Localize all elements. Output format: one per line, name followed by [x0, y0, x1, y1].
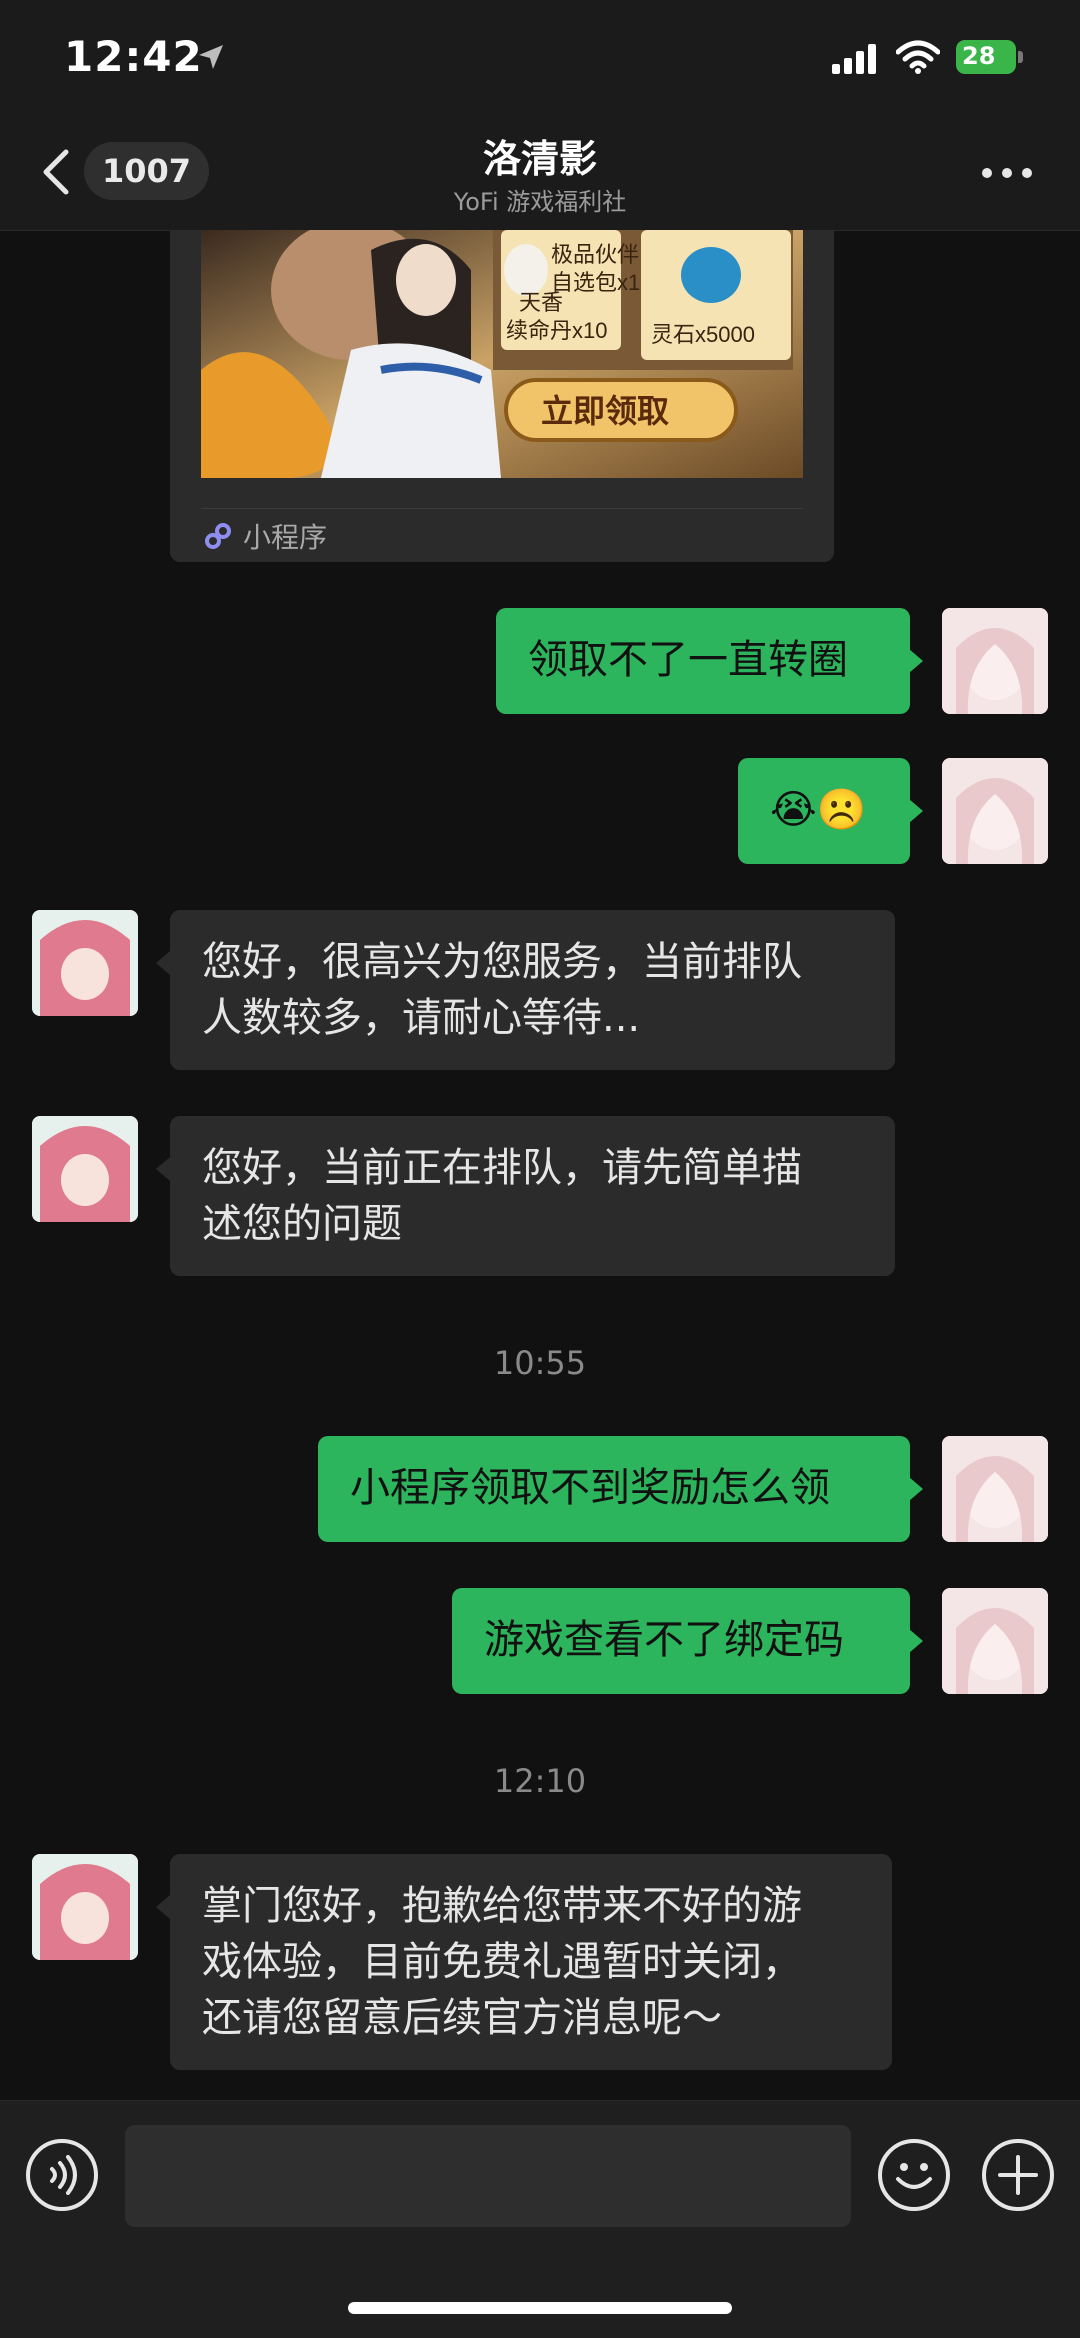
- banner-stone-text: 灵石x5000: [651, 322, 755, 347]
- message-emoji: 😭☹️: [770, 787, 867, 833]
- bubble-tail: [156, 1895, 170, 1919]
- banner-partner-text: 极品伙伴: [551, 242, 639, 267]
- battery-level: 28: [962, 42, 996, 70]
- voice-icon[interactable]: [26, 2139, 98, 2211]
- banner-pack-text: 自选包x1: [551, 270, 640, 295]
- message-bubble-out[interactable]: 小程序领取不到奖励怎么领: [318, 1436, 910, 1542]
- banner-potion-b-text: 续命丹x10: [506, 318, 607, 343]
- avatar-me[interactable]: [942, 1436, 1048, 1542]
- status-bar: 12:42 28: [0, 0, 1080, 120]
- message-input[interactable]: [125, 2125, 851, 2227]
- banner-claim-text: 立即领取: [541, 393, 669, 429]
- message-line: 掌门您好，抱歉给您带来不好的游: [202, 1883, 802, 1929]
- message-line: 您好，当前正在排队，请先简单描: [202, 1145, 802, 1191]
- avatar-me[interactable]: [942, 608, 1048, 714]
- avatar-agent[interactable]: [32, 1854, 138, 1960]
- status-time: 12:42: [64, 32, 203, 81]
- bubble-tail: [156, 951, 170, 975]
- bubble-tail: [156, 1157, 170, 1181]
- chat-title: 洛清影: [482, 137, 597, 181]
- emoji-icon[interactable]: [878, 2139, 950, 2211]
- chat-subtitle: YoFi 游戏福利社: [453, 188, 627, 216]
- bubble-tail: [909, 1477, 923, 1501]
- message-line: 您好，很高兴为您服务，当前排队: [202, 939, 802, 985]
- bubble-tail: [909, 799, 923, 823]
- plus-icon[interactable]: [982, 2139, 1054, 2211]
- message-text: 领取不了一直转圈: [528, 637, 848, 683]
- message-text: 小程序领取不到奖励怎么领: [350, 1465, 830, 1511]
- card-divider: [201, 508, 803, 509]
- message-line: 人数较多，请耐心等待...: [202, 995, 641, 1041]
- avatar-me[interactable]: [942, 758, 1048, 864]
- message-line: 戏体验，目前免费礼遇暂时关闭，: [202, 1939, 802, 1985]
- message-line: 还请您留意后续官方消息呢～: [202, 1995, 722, 2041]
- message-bubble-out[interactable]: 领取不了一直转圈: [496, 608, 910, 714]
- home-indicator[interactable]: [348, 2302, 732, 2314]
- battery-icon: 28: [956, 40, 1026, 74]
- bubble-tail: [909, 1629, 923, 1653]
- message-bubble-in[interactable]: 您好，很高兴为您服务，当前排队 人数较多，请耐心等待...: [170, 910, 895, 1070]
- message-bubble-in[interactable]: 您好，当前正在排队，请先简单描 述您的问题: [170, 1116, 895, 1276]
- avatar-agent[interactable]: [32, 1116, 138, 1222]
- mini-program-label: 小程序: [243, 521, 328, 554]
- message-text: 游戏查看不了绑定码: [484, 1617, 844, 1663]
- more-icon[interactable]: [982, 168, 1032, 180]
- mini-program-banner[interactable]: 极品伙伴 自选包x1 天香 续命丹x10 灵石x5000 立即领取: [201, 230, 803, 478]
- message-bubble-out[interactable]: 😭☹️: [738, 758, 910, 864]
- mini-program-card[interactable]: 极品伙伴 自选包x1 天香 续命丹x10 灵石x5000 立即领取 小程序: [170, 230, 834, 562]
- message-line: 述您的问题: [202, 1201, 402, 1247]
- chat-header: 1007 洛清影 YoFi 游戏福利社: [0, 120, 1080, 231]
- timestamp: 12:10: [493, 1762, 587, 1800]
- signal-icon: [832, 44, 880, 74]
- message-bubble-out[interactable]: 游戏查看不了绑定码: [452, 1588, 910, 1694]
- avatar-agent[interactable]: [32, 910, 138, 1016]
- message-bubble-in[interactable]: 掌门您好，抱歉给您带来不好的游 戏体验，目前免费礼遇暂时关闭， 还请您留意后续官…: [170, 1854, 892, 2070]
- banner-potion-a-text: 天香: [519, 290, 563, 315]
- mini-program-icon: [205, 523, 231, 549]
- avatar-me[interactable]: [942, 1588, 1048, 1694]
- bubble-tail: [909, 649, 923, 673]
- banner-illustration: 极品伙伴 自选包x1 天香 续命丹x10 灵石x5000 立即领取: [201, 230, 803, 478]
- location-arrow-icon: [199, 45, 223, 69]
- timestamp: 10:55: [493, 1344, 587, 1382]
- wifi-icon: [896, 40, 940, 74]
